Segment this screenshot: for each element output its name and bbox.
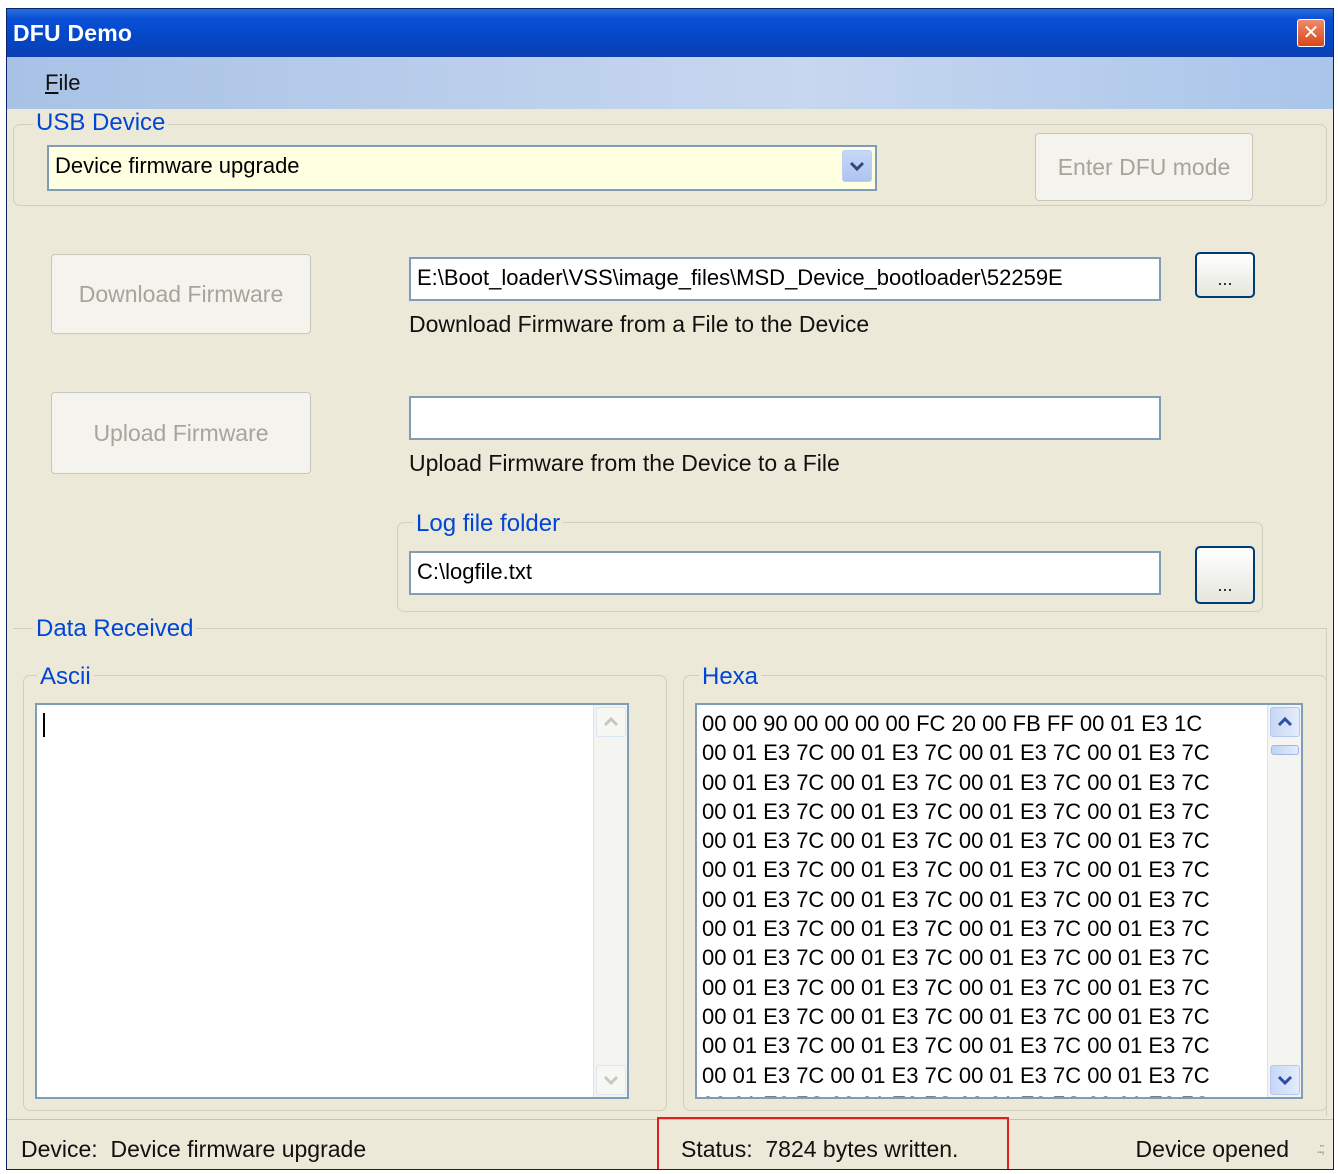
download-browse-button[interactable]: ... bbox=[1195, 252, 1255, 298]
usb-device-selected-value: Device firmware upgrade bbox=[55, 153, 300, 178]
ascii-legend: Ascii bbox=[37, 664, 94, 690]
chevron-up-icon bbox=[603, 716, 619, 727]
hexa-row: 00 01 E3 7C 00 01 E3 7C 00 01 E3 7C 00 0… bbox=[702, 769, 1210, 795]
log-path-value: C:\logfile.txt bbox=[417, 559, 532, 584]
usb-device-legend: USB Device bbox=[33, 110, 169, 136]
hexa-row: 00 01 E3 7C 00 01 E3 7C 00 01 E3 7C 00 0… bbox=[702, 974, 1210, 1000]
hexa-row: 00 01 E3 7C 00 01 E3 7C 00 01 E3 7C 00 0… bbox=[702, 1003, 1210, 1029]
chevron-down-icon bbox=[849, 161, 865, 172]
chevron-up-icon bbox=[1277, 716, 1293, 727]
download-path-input[interactable]: E:\Boot_loader\VSS\image_files\MSD_Devic… bbox=[409, 257, 1161, 301]
menu-file-label: ile bbox=[58, 70, 81, 95]
upload-caption: Upload Firmware from the Device to a Fil… bbox=[409, 450, 840, 476]
download-caption: Download Firmware from a File to the Dev… bbox=[409, 311, 870, 337]
ascii-textarea[interactable] bbox=[35, 703, 629, 1099]
hexa-scroll-down-button[interactable] bbox=[1270, 1065, 1300, 1095]
menu-bar: File bbox=[7, 57, 1333, 109]
close-icon: ✕ bbox=[1302, 22, 1320, 44]
log-file-legend: Log file folder bbox=[413, 511, 564, 537]
ascii-scrollbar[interactable] bbox=[593, 705, 627, 1097]
status-bar: Device: Device firmware upgrade Status: … bbox=[7, 1117, 1333, 1169]
title-bar[interactable]: DFU Demo ✕ bbox=[7, 9, 1333, 57]
download-firmware-button[interactable]: Download Firmware bbox=[51, 254, 311, 334]
text-cursor bbox=[43, 713, 45, 737]
hexa-row: 00 01 E3 7C 00 01 E3 7C 00 01 E3 7C 00 0… bbox=[702, 798, 1210, 824]
close-button[interactable]: ✕ bbox=[1297, 19, 1325, 47]
status-device-text: Device: Device firmware upgrade bbox=[21, 1136, 367, 1162]
ascii-scroll-down-button[interactable] bbox=[596, 1065, 626, 1095]
hexa-row: 00 01 E3 7C 00 01 E3 7C 00 01 E3 7C 00 0… bbox=[702, 857, 1210, 883]
upload-firmware-button[interactable]: Upload Firmware bbox=[51, 392, 311, 474]
resize-grip-icon[interactable]: .:; bbox=[1316, 1140, 1324, 1157]
hexa-legend: Hexa bbox=[699, 664, 762, 690]
window-title: DFU Demo bbox=[13, 20, 133, 46]
hexa-row: 00 01 E3 7C 00 01 E3 7C 00 01 E3 7C 00 0… bbox=[702, 1033, 1210, 1059]
dfu-demo-window: DFU Demo ✕ File USB Device Device firmwa… bbox=[6, 8, 1334, 1170]
hexa-row: 00 01 E3 7C 00 01 E3 7C 00 01 E3 7C 00 0… bbox=[702, 1090, 1210, 1097]
hexa-scrollbar[interactable] bbox=[1267, 705, 1301, 1097]
status-device-opened-text: Device opened bbox=[1135, 1136, 1289, 1162]
menu-file-mnemonic: F bbox=[45, 70, 59, 95]
hexa-row: 00 01 E3 7C 00 01 E3 7C 00 01 E3 7C 00 0… bbox=[702, 828, 1210, 854]
hexa-row: 00 01 E3 7C 00 01 E3 7C 00 01 E3 7C 00 0… bbox=[702, 1062, 1210, 1088]
log-path-input[interactable]: C:\logfile.txt bbox=[409, 551, 1161, 595]
hexa-row: 00 00 90 00 00 00 00 FC 20 00 FB FF 00 0… bbox=[702, 711, 1203, 736]
enter-dfu-mode-button[interactable]: Enter DFU mode bbox=[1035, 133, 1253, 201]
hexa-textarea[interactable]: 00 00 90 00 00 00 00 FC 20 00 FB FF 00 0… bbox=[695, 703, 1303, 1099]
chevron-down-icon bbox=[603, 1075, 619, 1086]
hexa-row: 00 01 E3 7C 00 01 E3 7C 00 01 E3 7C 00 0… bbox=[702, 916, 1210, 942]
usb-device-dropdown-button[interactable] bbox=[842, 150, 872, 182]
log-browse-button[interactable]: ... bbox=[1195, 546, 1255, 604]
ascii-scroll-up-button[interactable] bbox=[596, 707, 626, 737]
upload-path-input[interactable] bbox=[409, 396, 1161, 440]
chevron-down-icon bbox=[1277, 1075, 1293, 1086]
data-received-legend: Data Received bbox=[33, 616, 197, 642]
status-message-text: Status: 7824 bytes written. bbox=[681, 1136, 959, 1162]
hexa-row: 00 01 E3 7C 00 01 E3 7C 00 01 E3 7C 00 0… bbox=[702, 886, 1210, 912]
hexa-scroll-up-button[interactable] bbox=[1270, 707, 1300, 737]
download-path-value: E:\Boot_loader\VSS\image_files\MSD_Devic… bbox=[417, 265, 1063, 290]
hexa-scroll-thumb[interactable] bbox=[1271, 745, 1299, 755]
hexa-row: 00 01 E3 7C 00 01 E3 7C 00 01 E3 7C 00 0… bbox=[702, 945, 1210, 971]
menu-item-file[interactable]: File bbox=[45, 70, 80, 96]
hexa-row: 00 01 E3 7C 00 01 E3 7C 00 01 E3 7C 00 0… bbox=[702, 740, 1210, 766]
hexa-content: 00 00 90 00 00 00 00 FC 20 00 FB FF 00 0… bbox=[702, 709, 1210, 1097]
usb-device-select[interactable]: Device firmware upgrade bbox=[47, 145, 877, 191]
